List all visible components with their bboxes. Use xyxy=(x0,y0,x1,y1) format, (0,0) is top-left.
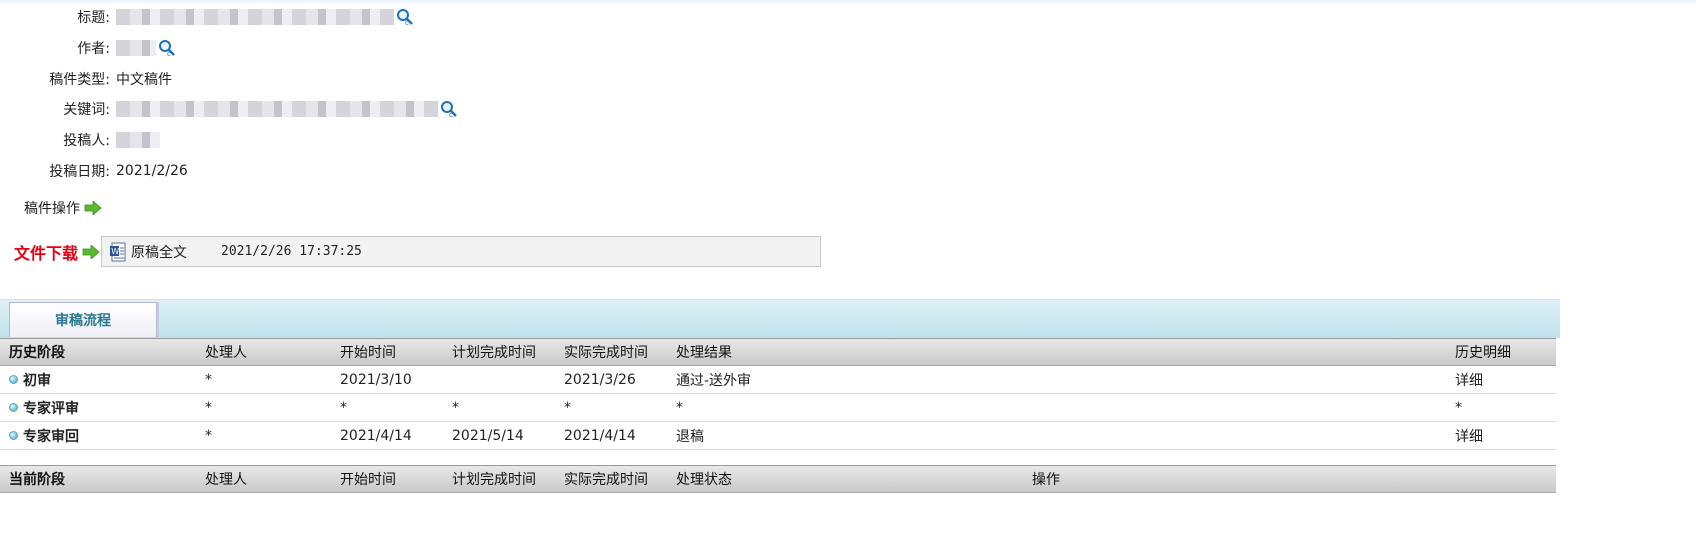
search-icon[interactable]: c xyxy=(158,39,176,58)
history-header-planned: 计划完成时间 xyxy=(452,345,536,361)
table-row: 专家评审 * * * * * * xyxy=(0,394,1556,422)
stage-name: 初审 xyxy=(23,372,51,389)
search-icon[interactable]: c xyxy=(396,8,414,27)
history-table: 历史阶段 处理人 开始时间 计划完成时间 实际完成时间 处理结果 历史明细 初审… xyxy=(0,338,1556,450)
field-label-keywords: 关键词: xyxy=(63,102,110,118)
result-cell: 退稿 xyxy=(676,428,704,445)
svg-text:W: W xyxy=(111,247,119,256)
history-header-result: 处理结果 xyxy=(676,345,732,361)
table-row: 初审 * 2021/3/10 2021/3/26 通过-送外审 详细 xyxy=(0,366,1556,394)
current-header-action: 操作 xyxy=(1032,472,1060,488)
redacted-value xyxy=(116,40,156,56)
result-cell: * xyxy=(676,399,683,416)
current-table: 当前阶段 处理人 开始时间 计划完成时间 实际完成时间 处理状态 操作 xyxy=(0,465,1556,493)
current-header-stage: 当前阶段 xyxy=(9,472,65,488)
field-value-submit-date: 2021/2/26 xyxy=(116,163,188,179)
field-label-submit-date: 投稿日期: xyxy=(49,164,110,180)
stage-cell: 专家审回 xyxy=(9,422,79,449)
history-header-start: 开始时间 xyxy=(340,345,396,361)
detail-link[interactable]: 详细 xyxy=(1455,366,1483,393)
current-header-status: 处理状态 xyxy=(676,472,732,488)
svg-text:c: c xyxy=(405,19,409,26)
start-cell: 2021/3/10 xyxy=(340,371,412,388)
field-label-title: 标题: xyxy=(77,10,110,26)
start-cell: * xyxy=(340,399,347,416)
svg-text:c: c xyxy=(167,50,171,57)
field-value-title: c xyxy=(116,8,414,27)
planned-cell: * xyxy=(452,399,459,416)
field-label-type: 稿件类型: xyxy=(49,72,110,88)
redacted-value xyxy=(116,101,438,117)
current-header-planned: 计划完成时间 xyxy=(452,472,536,488)
detail-link[interactable]: 详细 xyxy=(1455,422,1483,449)
svg-text:c: c xyxy=(449,111,453,118)
redacted-value xyxy=(116,132,160,148)
field-value-type: 中文稿件 xyxy=(116,72,172,88)
detail-cell: * xyxy=(1455,399,1462,416)
arrow-right-icon xyxy=(82,245,100,259)
history-header-handler: 处理人 xyxy=(205,345,247,361)
tab-review-process[interactable]: 审稿流程 xyxy=(9,302,157,337)
field-value-submitter xyxy=(116,132,160,148)
file-download-label: 文件下载 xyxy=(14,240,100,264)
stage-cell: 专家评审 xyxy=(9,394,79,421)
stage-name: 专家评审 xyxy=(23,400,79,417)
search-icon[interactable]: c xyxy=(440,100,458,119)
current-header-actual: 实际完成时间 xyxy=(564,472,648,488)
field-label-submitter: 投稿人: xyxy=(63,133,110,149)
field-value-keywords: c xyxy=(116,100,458,119)
field-title: 标题: c xyxy=(0,6,414,28)
word-doc-icon[interactable]: W xyxy=(109,242,127,262)
actual-cell: * xyxy=(564,399,571,416)
current-header-handler: 处理人 xyxy=(205,472,247,488)
history-header-actual: 实际完成时间 xyxy=(564,345,648,361)
field-label-author: 作者: xyxy=(77,41,110,57)
download-file-link[interactable]: 原稿全文 xyxy=(131,242,187,262)
handler-cell: * xyxy=(205,427,212,444)
field-submitter: 投稿人: xyxy=(0,129,160,151)
bullet-icon xyxy=(9,431,18,440)
history-header-stage: 历史阶段 xyxy=(9,345,65,361)
history-header-row: 历史阶段 处理人 开始时间 计划完成时间 实际完成时间 处理结果 历史明细 xyxy=(0,338,1556,366)
redacted-value xyxy=(116,9,394,25)
history-header-detail: 历史明细 xyxy=(1455,345,1511,361)
download-label-text: 文件下载 xyxy=(14,244,79,263)
operations-label: 稿件操作 xyxy=(24,201,80,217)
result-cell: 通过-送外审 xyxy=(676,372,752,389)
field-value-author: c xyxy=(116,39,176,58)
stage-cell: 初审 xyxy=(9,366,51,393)
manuscript-operations[interactable]: 稿件操作 xyxy=(24,198,102,218)
table-row: 专家审回 * 2021/4/14 2021/5/14 2021/4/14 退稿 … xyxy=(0,422,1556,450)
tab-bar xyxy=(0,299,1560,338)
bullet-icon xyxy=(9,375,18,384)
arrow-right-icon xyxy=(84,201,102,215)
stage-name: 专家审回 xyxy=(23,428,79,445)
file-download-box: W 原稿全文 2021/2/26 17:37:25 xyxy=(101,236,821,267)
field-submit-date: 投稿日期: 2021/2/26 xyxy=(0,160,188,182)
planned-cell: 2021/5/14 xyxy=(452,427,524,444)
bullet-icon xyxy=(9,403,18,412)
handler-cell: * xyxy=(205,371,212,388)
field-author: 作者: c xyxy=(0,37,176,59)
actual-cell: 2021/4/14 xyxy=(564,427,636,444)
download-file-time: 2021/2/26 17:37:25 xyxy=(221,244,362,259)
field-keywords: 关键词: c xyxy=(0,98,458,120)
field-type: 稿件类型: 中文稿件 xyxy=(0,68,172,90)
handler-cell: * xyxy=(205,399,212,416)
current-header-start: 开始时间 xyxy=(340,472,396,488)
actual-cell: 2021/3/26 xyxy=(564,371,636,388)
top-divider xyxy=(0,0,1696,4)
start-cell: 2021/4/14 xyxy=(340,427,412,444)
current-header-row: 当前阶段 处理人 开始时间 计划完成时间 实际完成时间 处理状态 操作 xyxy=(0,465,1556,493)
